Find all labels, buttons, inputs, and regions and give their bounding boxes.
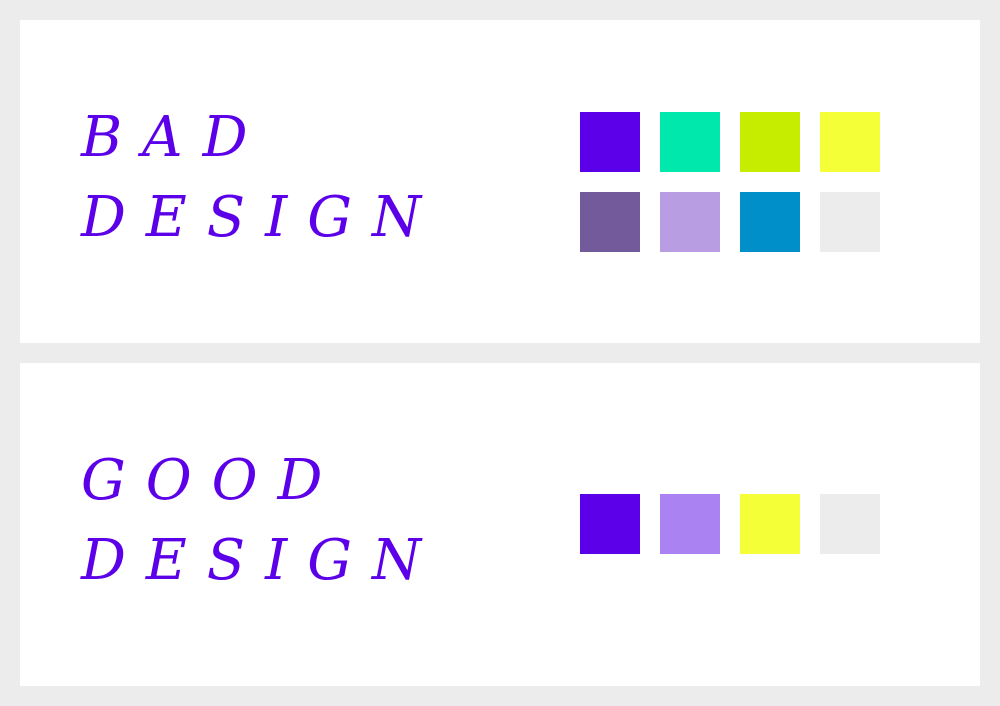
bad-color-swatch-5 bbox=[580, 192, 640, 252]
bad-title-line-1: BAD bbox=[81, 105, 268, 170]
good-design-panel: GOOD DESIGN bbox=[20, 363, 980, 686]
bad-color-swatch-1 bbox=[580, 112, 640, 172]
bad-palette bbox=[580, 112, 880, 252]
bad-color-swatch-4 bbox=[820, 112, 880, 172]
good-title-line-2: DESIGN bbox=[81, 528, 441, 593]
bad-title-line-2: DESIGN bbox=[81, 185, 441, 250]
bad-color-swatch-8 bbox=[820, 192, 880, 252]
bad-design-title: BAD DESIGN bbox=[81, 98, 441, 258]
bad-color-swatch-7 bbox=[740, 192, 800, 252]
good-color-swatch-3 bbox=[740, 494, 800, 554]
bad-color-swatch-6 bbox=[660, 192, 720, 252]
bad-color-swatch-2 bbox=[660, 112, 720, 172]
bad-design-panel: BAD DESIGN bbox=[20, 20, 980, 343]
good-color-swatch-2 bbox=[660, 494, 720, 554]
good-title-line-1: GOOD bbox=[81, 448, 343, 513]
good-palette bbox=[580, 494, 880, 554]
good-color-swatch-1 bbox=[580, 494, 640, 554]
bad-color-swatch-3 bbox=[740, 112, 800, 172]
good-design-title: GOOD DESIGN bbox=[81, 441, 441, 601]
good-color-swatch-4 bbox=[820, 494, 880, 554]
